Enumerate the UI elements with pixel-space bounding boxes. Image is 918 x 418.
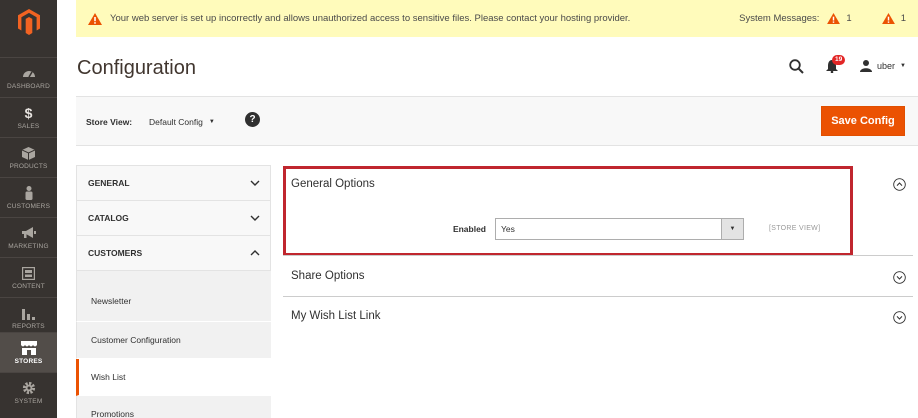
nav-label: DASHBOARD: [7, 83, 50, 90]
scope-label: [STORE VIEW]: [769, 225, 821, 232]
storefront-icon: [20, 340, 37, 356]
nav-item-customers[interactable]: CUSTOMERS: [0, 177, 57, 217]
select-arrow-icon[interactable]: ▼: [721, 219, 743, 239]
caret-down-icon: ▼: [208, 119, 215, 125]
tab-general[interactable]: GENERAL: [76, 165, 271, 201]
chevron-down-icon: [250, 180, 260, 186]
save-config-button[interactable]: Save Config: [821, 106, 905, 136]
store-view-value: Default Config: [149, 117, 203, 127]
magento-logo[interactable]: [0, 0, 57, 44]
divider: [283, 296, 913, 297]
header-actions: 19 uber ▼: [789, 54, 906, 76]
layout-icon: [21, 265, 37, 281]
critical-warning-icon: [827, 13, 841, 24]
system-message-bar: Your web server is set up incorrectly an…: [76, 0, 918, 37]
enabled-select[interactable]: Yes ▼: [495, 218, 744, 240]
major-warning-icon: [881, 13, 895, 24]
nav-item-marketing[interactable]: MARKETING: [0, 217, 57, 257]
notifications-button[interactable]: 19: [826, 54, 846, 73]
nav-item-sales[interactable]: $ SALES: [0, 97, 57, 137]
page-title: Configuration: [77, 57, 196, 79]
tab-item-label: Customer Configuration: [91, 335, 181, 345]
tab-item-wish-list[interactable]: Wish List: [76, 359, 271, 396]
store-view-switcher[interactable]: Default Config ▼: [149, 117, 215, 127]
help-icon[interactable]: ?: [245, 112, 260, 127]
caret-down-icon: ▼: [900, 63, 906, 69]
critical-count[interactable]: 1: [846, 13, 851, 24]
nav-label: CUSTOMERS: [6, 203, 51, 210]
nav-item-reports[interactable]: REPORTS: [0, 297, 57, 337]
nav-label: PRODUCTS: [9, 163, 48, 170]
nav-item-stores[interactable]: STORES: [0, 332, 57, 372]
nav-item-content[interactable]: CONTENT: [0, 257, 57, 297]
tab-label: CATALOG: [88, 213, 129, 223]
nav-item-dashboard[interactable]: DASHBOARD: [0, 57, 57, 97]
nav-label: SYSTEM: [14, 398, 43, 405]
major-count[interactable]: 1: [901, 13, 906, 24]
store-view-bar: Store View: Default Config ▼ ? Save Conf…: [76, 96, 918, 146]
tab-item-promotions[interactable]: Promotions: [76, 396, 271, 418]
admin-sidebar: DASHBOARD $ SALES PRODUCTS CUSTOMERS MAR…: [0, 0, 57, 418]
nav-label: REPORTS: [12, 323, 45, 330]
megaphone-icon: [21, 225, 37, 241]
nav-label: CONTENT: [12, 283, 45, 290]
expand-icon[interactable]: [893, 271, 906, 284]
nav-label: SALES: [17, 123, 40, 130]
box-icon: [21, 145, 37, 161]
group-title-wish-list-link[interactable]: My Wish List Link: [291, 310, 380, 322]
expand-icon[interactable]: [893, 311, 906, 324]
bar-chart-icon: [21, 305, 37, 321]
system-message-text: Your web server is set up incorrectly an…: [110, 13, 631, 24]
person-icon: [21, 185, 37, 201]
user-menu[interactable]: uber ▼: [860, 60, 906, 72]
system-messages-label: System Messages:: [739, 13, 820, 24]
divider: [283, 255, 913, 256]
enabled-select-value: Yes: [501, 224, 515, 234]
dashboard-icon: [21, 65, 37, 81]
group-title-general-options[interactable]: General Options: [291, 178, 375, 190]
chevron-up-icon: [250, 250, 260, 256]
search-icon[interactable]: [789, 58, 804, 74]
config-tabs: GENERAL CATALOG CUSTOMERS Newsletter Cus…: [76, 165, 271, 418]
warning-icon: [88, 12, 102, 25]
tab-item-customer-configuration[interactable]: Customer Configuration: [76, 322, 271, 359]
tab-item-label: Promotions: [91, 409, 134, 418]
notification-count-badge: 19: [832, 54, 846, 65]
user-name: uber: [877, 61, 896, 71]
tab-item-label: Newsletter: [91, 296, 132, 306]
gear-icon: [21, 380, 37, 396]
tab-item-label: Wish List: [91, 372, 126, 382]
dollar-icon: $: [24, 105, 33, 121]
enabled-label: Enabled: [452, 224, 486, 234]
nav-item-products[interactable]: PRODUCTS: [0, 137, 57, 177]
store-view-label: Store View:: [86, 117, 133, 127]
collapse-icon[interactable]: [893, 178, 906, 191]
tab-label: CUSTOMERS: [88, 248, 143, 258]
nav-label: STORES: [14, 358, 43, 365]
tab-label: GENERAL: [88, 178, 130, 188]
group-title-share-options[interactable]: Share Options: [291, 270, 365, 282]
system-messages[interactable]: System Messages: 1 1: [739, 13, 906, 24]
tab-item-newsletter[interactable]: Newsletter: [76, 271, 271, 322]
tab-catalog[interactable]: CATALOG: [76, 201, 271, 236]
chevron-down-icon: [250, 215, 260, 221]
user-icon: [860, 60, 873, 72]
nav-label: MARKETING: [8, 243, 49, 250]
nav-item-system[interactable]: SYSTEM: [0, 372, 57, 412]
tab-customers[interactable]: CUSTOMERS: [76, 236, 271, 271]
magento-logo-icon: [17, 9, 40, 35]
